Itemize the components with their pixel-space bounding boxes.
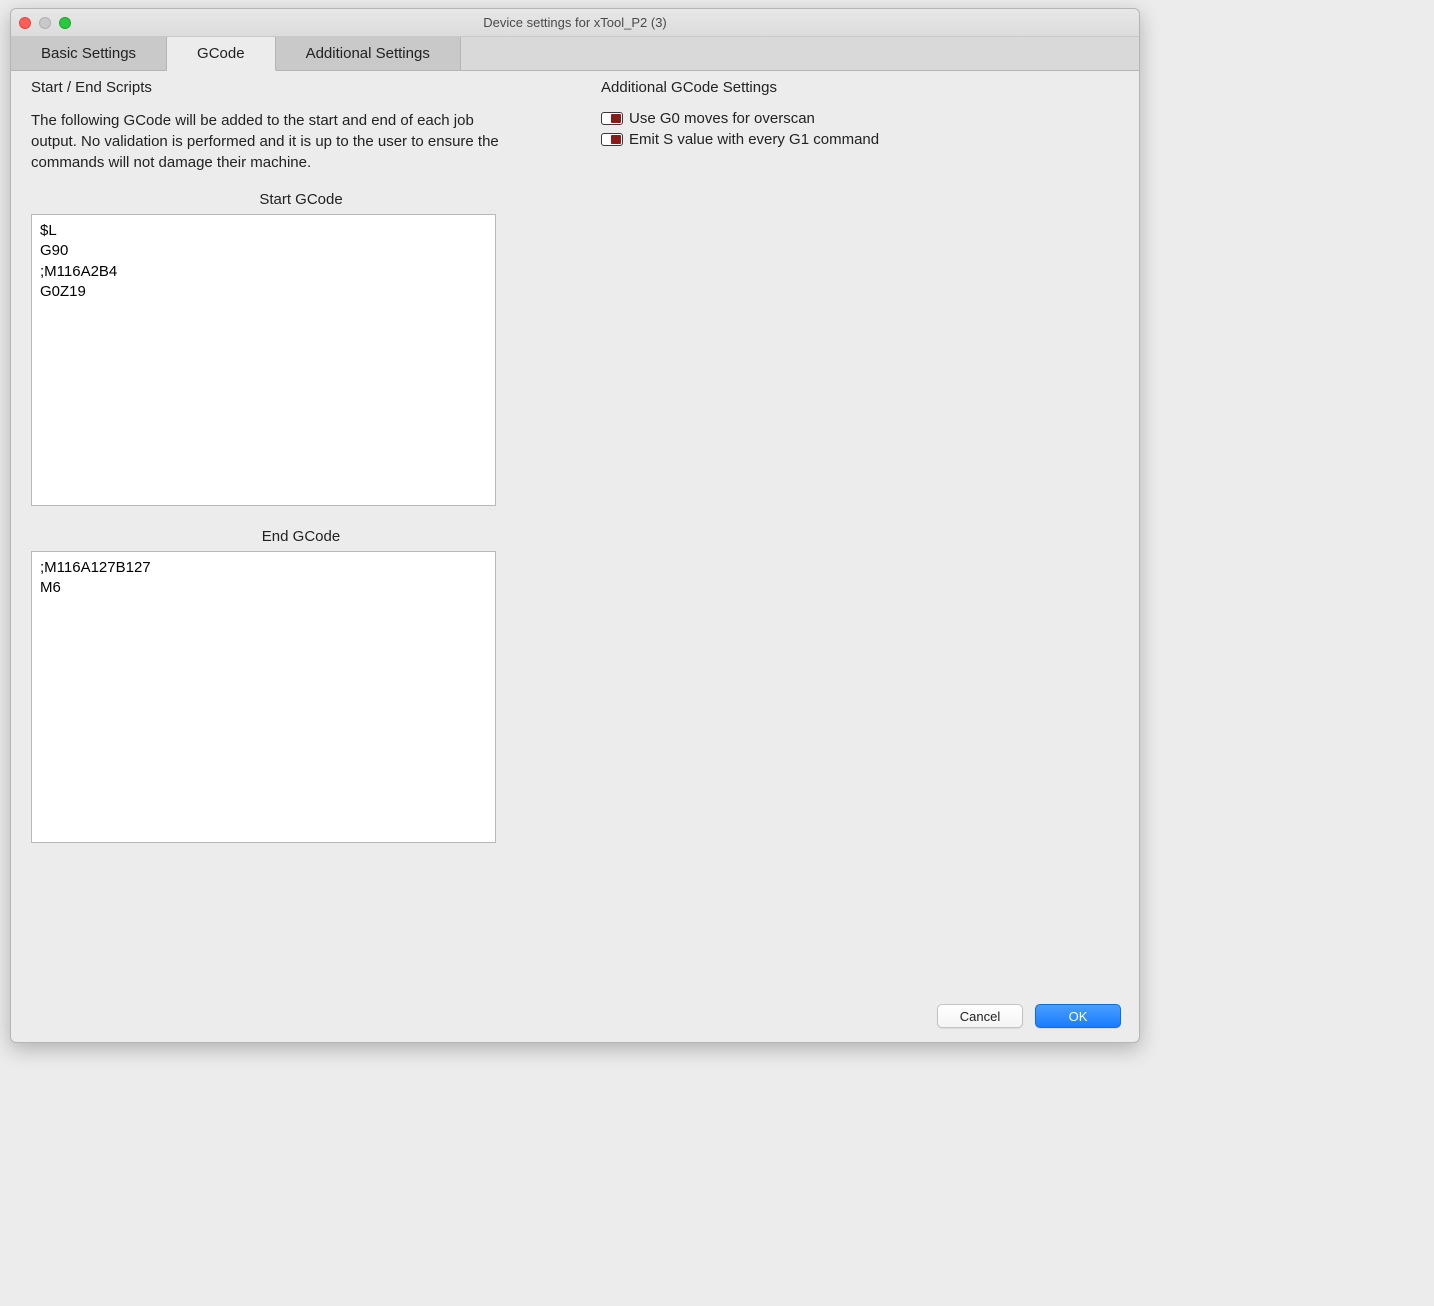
additional-gcode-title: Additional GCode Settings [601, 79, 1119, 96]
window-title: Device settings for xTool_P2 (3) [11, 15, 1139, 30]
option-g0-overscan[interactable]: Use G0 moves for overscan [601, 110, 1119, 127]
content-area: Start / End Scripts The following GCode … [11, 71, 1139, 994]
toggle-icon[interactable] [601, 112, 623, 125]
toggle-icon[interactable] [601, 133, 623, 146]
scripts-hint: The following GCode will be added to the… [31, 110, 501, 191]
option-s-label: Emit S value with every G1 command [629, 131, 879, 148]
start-gcode-label: Start GCode [31, 191, 571, 208]
scripts-column: Start / End Scripts The following GCode … [31, 79, 571, 994]
ok-button[interactable]: OK [1035, 1004, 1121, 1028]
titlebar: Device settings for xTool_P2 (3) [11, 9, 1139, 37]
tab-basic-settings[interactable]: Basic Settings [11, 37, 167, 70]
tabbar: Basic Settings GCode Additional Settings [11, 37, 1139, 71]
tab-gcode[interactable]: GCode [167, 37, 276, 71]
cancel-button[interactable]: Cancel [937, 1004, 1023, 1028]
tab-additional-settings[interactable]: Additional Settings [276, 37, 461, 70]
device-settings-dialog: Device settings for xTool_P2 (3) Basic S… [10, 8, 1140, 1043]
scripts-section-title: Start / End Scripts [31, 79, 571, 96]
end-gcode-label: End GCode [31, 528, 571, 545]
option-emit-s[interactable]: Emit S value with every G1 command [601, 131, 1119, 148]
additional-gcode-column: Additional GCode Settings Use G0 moves f… [571, 79, 1119, 994]
end-gcode-input[interactable] [31, 551, 496, 843]
start-gcode-input[interactable] [31, 214, 496, 506]
option-g0-label: Use G0 moves for overscan [629, 110, 815, 127]
dialog-buttons: Cancel OK [11, 994, 1139, 1042]
